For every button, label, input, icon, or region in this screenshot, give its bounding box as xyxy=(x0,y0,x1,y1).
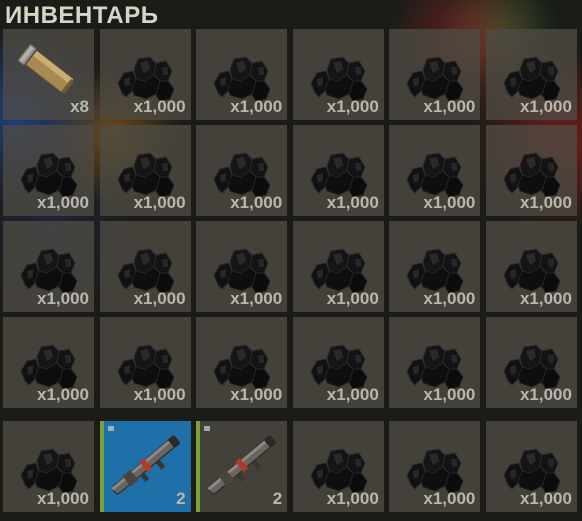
item-quantity: x1,000 xyxy=(326,193,379,212)
item-quantity: x1,000 xyxy=(519,385,572,404)
item-quantity: x1,000 xyxy=(423,289,476,308)
item-quantity: 2 xyxy=(272,489,283,508)
item-quantity: x1,000 xyxy=(133,385,186,404)
hotbar-slot-1[interactable]: x1,000 xyxy=(3,421,94,512)
item-quantity: x1,000 xyxy=(37,193,89,212)
item-quantity: x1,000 xyxy=(326,489,379,508)
item-quantity: x8 xyxy=(70,97,89,116)
item-quantity: x1,000 xyxy=(423,385,476,404)
hotbar-slot-4[interactable]: x1,000 xyxy=(292,421,384,512)
item-quantity: x1,000 xyxy=(37,489,89,508)
hotbar-slot-3[interactable]: 2 xyxy=(196,421,288,512)
item-quantity: x1,000 xyxy=(230,289,283,308)
item-quantity: x1,000 xyxy=(133,289,186,308)
inventory-slot-13[interactable]: x1,000 xyxy=(3,221,94,312)
inventory-slot-23[interactable]: x1,000 xyxy=(389,317,481,408)
item-quantity: x1,000 xyxy=(230,193,283,212)
hotbar-slot-2[interactable]: 2 xyxy=(99,421,191,512)
item-quantity: x1,000 xyxy=(423,193,476,212)
inventory-slot-12[interactable]: x1,000 xyxy=(485,125,577,216)
item-quantity: x1,000 xyxy=(326,289,379,308)
inventory-slot-7[interactable]: x1,000 xyxy=(3,125,94,216)
inventory-slot-9[interactable]: x1,000 xyxy=(196,125,288,216)
inventory-grid: x8 x1,000 x1,000 x1,000 x1,000 x1,000 x1,000 x1… xyxy=(3,29,577,408)
item-quantity: x1,000 xyxy=(519,193,572,212)
inventory-slot-19[interactable]: x1,000 xyxy=(3,317,94,408)
item-quantity: x1,000 xyxy=(230,97,283,116)
item-quantity: x1,000 xyxy=(519,489,572,508)
inventory-slot-21[interactable]: x1,000 xyxy=(196,317,288,408)
hotbar-slot-6[interactable]: x1,000 xyxy=(485,421,577,512)
inventory-slot-4[interactable]: x1,000 xyxy=(292,29,384,120)
inventory-slot-22[interactable]: x1,000 xyxy=(292,317,384,408)
item-quantity: 2 xyxy=(176,489,186,508)
inventory-slot-10[interactable]: x1,000 xyxy=(292,125,384,216)
inventory-slot-5[interactable]: x1,000 xyxy=(389,29,481,120)
inventory-slot-11[interactable]: x1,000 xyxy=(389,125,481,216)
item-quantity: x1,000 xyxy=(423,97,476,116)
inventory-slot-18[interactable]: x1,000 xyxy=(485,221,577,312)
inventory-slot-6[interactable]: x1,000 xyxy=(485,29,577,120)
inventory-slot-8[interactable]: x1,000 xyxy=(99,125,191,216)
inventory-title: ИНВЕНТАРЬ xyxy=(5,2,159,29)
inventory-slot-24[interactable]: x1,000 xyxy=(485,317,577,408)
hotbar: x1,000 2 2 x1,000 x1,000 x1,000 xyxy=(3,421,577,512)
item-quantity: x1,000 xyxy=(133,193,186,212)
item-quantity: x1,000 xyxy=(37,385,89,404)
inventory-slot-16[interactable]: x1,000 xyxy=(292,221,384,312)
inventory-slot-15[interactable]: x1,000 xyxy=(196,221,288,312)
item-quantity: x1,000 xyxy=(326,385,379,404)
item-quantity: x1,000 xyxy=(37,289,89,308)
item-quantity: x1,000 xyxy=(133,97,186,116)
item-quantity: x1,000 xyxy=(519,289,572,308)
item-quantity: x1,000 xyxy=(423,489,476,508)
item-quantity: x1,000 xyxy=(230,385,283,404)
item-quantity: x1,000 xyxy=(326,97,379,116)
inventory-slot-3[interactable]: x1,000 xyxy=(196,29,288,120)
inventory-slot-17[interactable]: x1,000 xyxy=(389,221,481,312)
inventory-slot-1[interactable]: x8 xyxy=(3,29,94,120)
inventory-slot-20[interactable]: x1,000 xyxy=(99,317,191,408)
item-quantity: x1,000 xyxy=(519,97,572,116)
inventory-slot-2[interactable]: x1,000 xyxy=(99,29,191,120)
inventory-slot-14[interactable]: x1,000 xyxy=(99,221,191,312)
hotbar-slot-5[interactable]: x1,000 xyxy=(389,421,481,512)
